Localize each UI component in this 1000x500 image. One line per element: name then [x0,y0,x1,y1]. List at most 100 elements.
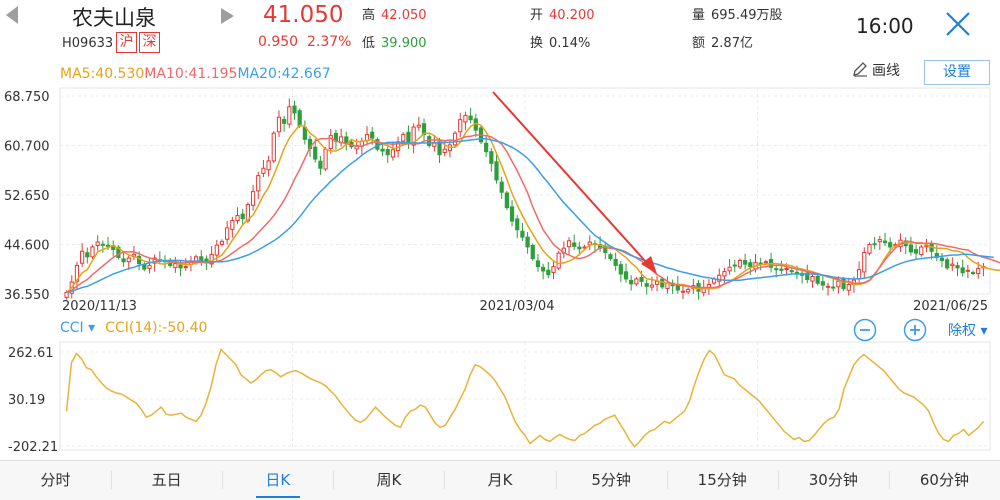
candle-body [261,167,266,174]
tab-five-day[interactable]: 五日 [111,461,222,500]
stock-code: H09633 [62,36,114,51]
candle-body [214,244,219,256]
candle-body [960,267,965,274]
candle-body [370,131,375,139]
candle-body [297,110,302,127]
cci-y-tick-label: 30.19 [8,393,45,408]
indicator-selector[interactable]: CCI ▾ [60,320,95,336]
candle-body [945,259,950,269]
candle-body [846,283,851,291]
candle-body [442,148,447,154]
cci-y-tick-label: -202.21 [8,440,58,452]
candle-body [877,239,882,243]
candle-body [199,256,204,261]
candle-body [406,131,411,145]
candle-body [126,257,131,263]
pencil-icon [853,62,867,77]
adjust-selector[interactable]: 除权 ▾ [948,320,987,340]
ma-line-ma20 [66,137,994,294]
ma5-value: MA5:40.530 [60,66,145,82]
period-tabs: 分时 五日 日K 周K 月K 5分钟 15分钟 30分钟 60分钟 [0,460,1000,500]
candle-body [722,271,727,277]
candle-body [85,252,90,258]
candle-body [468,115,473,121]
zoom-in-icon[interactable] [903,318,927,342]
candle-body [566,240,572,248]
candle-body [95,241,100,246]
candle-body [789,270,794,273]
candle-body [551,266,556,273]
candle-body [831,286,836,289]
tab-daily-k[interactable]: 日K [222,461,333,500]
candle-body [494,161,499,181]
candle-body [577,246,582,250]
candle-body [100,243,105,246]
candle-body [318,160,323,169]
candle-body [64,291,69,298]
tab-30min[interactable]: 30分钟 [777,461,889,500]
settings-button[interactable]: 设置 [924,60,990,85]
zoom-out-icon[interactable] [853,318,877,342]
ma20-value: MA20:42.667 [237,66,331,82]
candle-body [313,146,318,160]
candle-body [219,240,225,245]
tab-monthly-k[interactable]: 月K [444,461,555,500]
candle-body [924,245,929,248]
candle-body [623,271,629,280]
candle-body [919,246,924,256]
low-price: 低 39.900 [362,36,427,51]
close-icon[interactable] [944,10,972,38]
candle-body [743,259,748,265]
candle-body [856,269,862,280]
candle-body [458,119,463,133]
candle-body [779,268,784,271]
candle-body [763,261,768,264]
candle-body [230,220,235,230]
candle-body [121,258,126,263]
tab-15min[interactable]: 15分钟 [666,461,778,500]
candle-body [629,279,634,285]
y-tick-label: 36.550 [4,288,50,303]
candle-body [825,285,831,288]
candle-body [867,244,872,254]
candle-body [727,266,732,272]
candle-body [556,252,561,269]
candle-body [888,242,893,248]
candle-body [173,263,178,269]
chevron-right-icon[interactable] [218,6,236,26]
candle-body [235,215,240,222]
ma-legend: MA5:40.530MA10:41.195MA20:42.667 [60,66,331,82]
candle-body [416,124,421,128]
cci-chart[interactable]: 262.61 30.19 -202.21 [0,340,1000,452]
candle-body [183,266,188,269]
draw-line-button[interactable]: 画线 [852,60,900,80]
candle-body [970,272,976,275]
candle-body [639,276,644,282]
tab-weekly-k[interactable]: 周K [333,461,444,500]
price-change: 0.950 2.37% [258,34,352,50]
candle-body [686,288,691,293]
candle-body [504,192,509,209]
candle-body [810,275,815,282]
candle-body [499,181,504,193]
candle-body [323,148,328,170]
tab-intraday[interactable]: 分时 [0,461,111,500]
candle-body [535,260,541,268]
y-tick-label: 52.650 [4,189,50,204]
candle-body [427,136,432,146]
market-time: 16:00 [856,14,914,38]
candle-body [644,283,649,287]
tab-60min[interactable]: 60分钟 [888,461,1000,500]
y-tick-label: 60.700 [4,140,50,155]
candlestick-chart[interactable]: 68.750 60.700 52.650 44.600 36.550 2020/11/13… [0,86,1000,318]
candle-body [862,251,867,273]
candle-body [437,141,442,156]
candle-body [748,262,753,268]
chevron-left-icon[interactable] [2,4,24,26]
tab-5min[interactable]: 5分钟 [555,461,667,500]
candle-body [520,230,525,238]
candle-body [732,264,737,267]
open-price: 开 40.200 [530,8,595,23]
candle-body [287,106,292,125]
candle-body [250,191,256,206]
